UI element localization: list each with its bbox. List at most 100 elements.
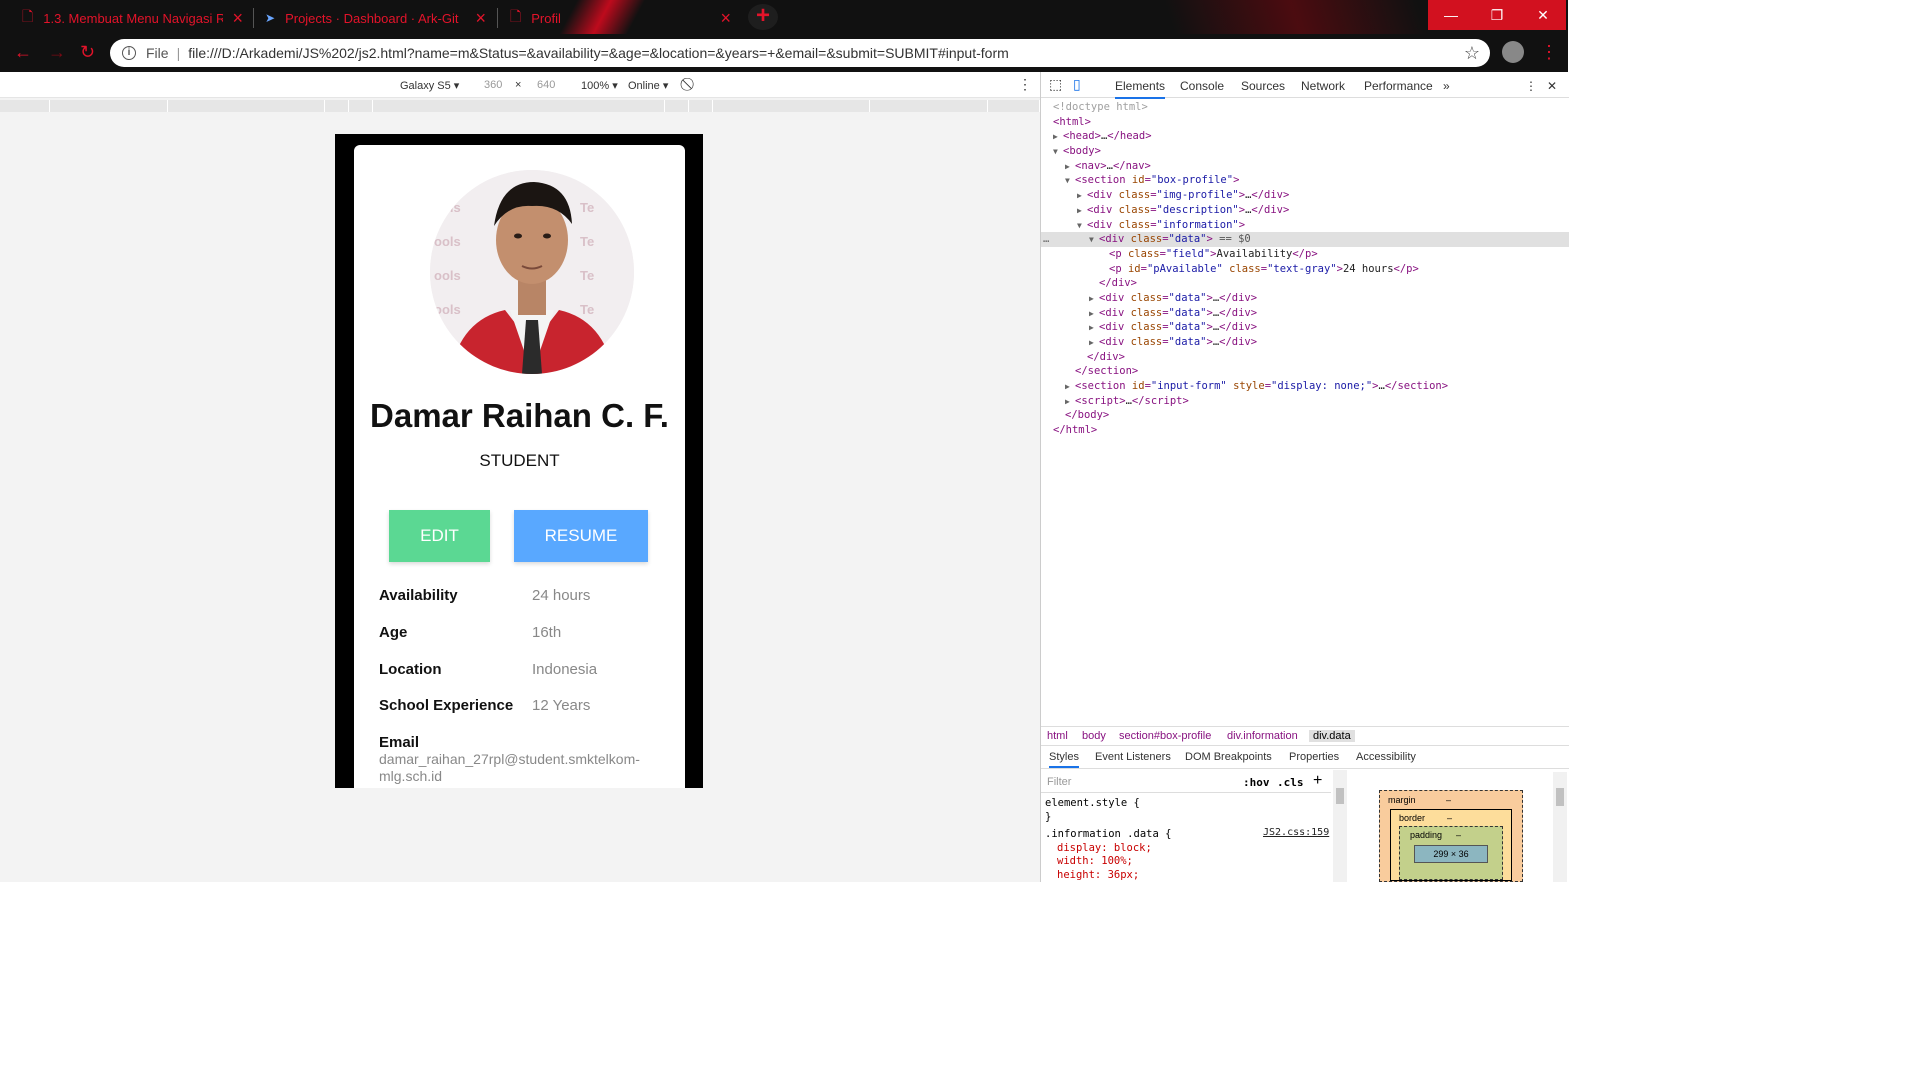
dom-line[interactable]: ▶ <div class="data">…</div>: [1041, 335, 1569, 350]
url-text[interactable]: file:///D:/Arkademi/JS%202/js2.html?name…: [188, 45, 1009, 61]
forward-icon[interactable]: →: [48, 42, 66, 63]
styles-scrollbar[interactable]: [1333, 770, 1347, 882]
dom-line[interactable]: ▶ <div class="img-profile">…</div>: [1041, 188, 1569, 203]
document-icon: 🗋: [510, 8, 522, 24]
info-value: 16th: [532, 624, 562, 641]
breadcrumb-item-selected[interactable]: div.data: [1309, 730, 1355, 742]
new-tab-button[interactable]: +: [748, 4, 778, 30]
tab-sources[interactable]: Sources: [1241, 79, 1285, 93]
tab-profil[interactable]: 🗋 Profil ×: [510, 4, 735, 32]
tab-arkgit[interactable]: ➤ Projects · Dashboard · Ark-Git ×: [265, 4, 490, 32]
tab-console[interactable]: Console: [1180, 79, 1224, 93]
minimize-button[interactable]: —: [1428, 0, 1474, 30]
info-value: Indonesia: [532, 661, 598, 678]
tab-network[interactable]: Network: [1301, 79, 1345, 93]
css-declaration[interactable]: width: 100%;: [1045, 855, 1171, 869]
devtools-tabs: ⬚ ▯ Elements Console Sources Network Per…: [1041, 72, 1569, 99]
more-tabs-icon[interactable]: »: [1443, 79, 1450, 93]
subtab-styles[interactable]: Styles: [1049, 751, 1079, 768]
media-query-bar[interactable]: [0, 98, 1040, 114]
network-select[interactable]: Online ▾: [628, 79, 668, 92]
dom-line[interactable]: <p class="field">Availability</p>: [1041, 247, 1569, 262]
profile-role: STUDENT: [479, 451, 560, 470]
browser-toolbar: ← → ↻ i File | file:///D:/Arkademi/JS%20…: [0, 34, 1568, 72]
rule-selector[interactable]: .information .data {: [1045, 828, 1171, 842]
dom-tree[interactable]: <!doctype html> <html> ▶ <head>…</head> ▼…: [1041, 100, 1569, 438]
dom-line[interactable]: ▶ <script>…</script>: [1041, 394, 1569, 409]
bookmark-star-icon[interactable]: ☆: [1464, 43, 1480, 64]
hov-toggle[interactable]: :hov: [1243, 776, 1270, 789]
styles-subtabs: Styles Event Listeners DOM Breakpoints P…: [1041, 747, 1569, 769]
dom-line[interactable]: <html>: [1041, 115, 1569, 130]
height-input[interactable]: 640: [537, 79, 555, 91]
dom-line[interactable]: ▶ <div class="data">…</div>: [1041, 306, 1569, 321]
dom-line[interactable]: ▶ <div class="data">…</div>: [1041, 291, 1569, 306]
svg-text:ools: ools: [434, 302, 461, 317]
tab-performance[interactable]: Performance: [1364, 79, 1433, 93]
subtab-accessibility[interactable]: Accessibility: [1356, 751, 1416, 763]
dom-line[interactable]: ▶ <div class="description">…</div>: [1041, 203, 1569, 218]
info-field: Availability: [379, 587, 458, 604]
menu-dots-icon[interactable]: ⋮: [1540, 42, 1558, 63]
close-window-button[interactable]: ✕: [1520, 0, 1566, 30]
subtab-dom-breakpoints[interactable]: DOM Breakpoints: [1185, 751, 1272, 763]
close-icon[interactable]: ×: [720, 8, 731, 29]
zoom-select[interactable]: 100% ▾: [581, 79, 618, 92]
profile-avatar-icon[interactable]: [1502, 41, 1524, 63]
dom-line[interactable]: ▶ <head>…</head>: [1041, 129, 1569, 144]
breadcrumb-item[interactable]: body: [1082, 730, 1106, 742]
address-bar[interactable]: i File | file:///D:/Arkademi/JS%202/js2.…: [110, 39, 1490, 67]
dom-line[interactable]: </div>: [1041, 276, 1569, 291]
dom-line[interactable]: </div>: [1041, 350, 1569, 365]
box-border-label: border: [1399, 813, 1426, 823]
tab-navigasi[interactable]: 🗋 1.3. Membuat Menu Navigasi Re ×: [22, 4, 247, 32]
box-model-scrollbar[interactable]: [1553, 772, 1567, 882]
box-margin-value: –: [1446, 795, 1452, 805]
breadcrumb-item[interactable]: html: [1047, 730, 1068, 742]
edit-button[interactable]: EDIT: [389, 510, 490, 562]
dom-line[interactable]: <p id="pAvailable" class="text-gray">24 …: [1041, 262, 1569, 277]
resume-button[interactable]: RESUME: [514, 510, 648, 562]
reload-icon[interactable]: ↻: [80, 42, 95, 63]
css-declaration[interactable]: display: block;: [1045, 842, 1171, 856]
file-label: File: [146, 45, 169, 61]
width-input[interactable]: 360: [484, 79, 502, 91]
dom-line-selected[interactable]: … ▼ <div class="data"> == $0: [1041, 232, 1569, 247]
subtab-event-listeners[interactable]: Event Listeners: [1095, 751, 1171, 763]
dom-line[interactable]: <!doctype html>: [1041, 100, 1569, 115]
add-rule-icon[interactable]: +: [1313, 772, 1322, 790]
dom-line[interactable]: ▼ <div class="information">: [1041, 218, 1569, 233]
more-options-icon[interactable]: ⋮: [1018, 76, 1032, 93]
element-style-selector[interactable]: element.style {: [1045, 797, 1171, 811]
subtab-properties[interactable]: Properties: [1289, 751, 1339, 763]
dom-line[interactable]: ▶ <section id="input-form" style="display…: [1041, 379, 1569, 394]
dom-line[interactable]: </section>: [1041, 364, 1569, 379]
devtools-menu-icon[interactable]: ⋮: [1525, 79, 1537, 93]
dom-line[interactable]: ▼ <body>: [1041, 144, 1569, 159]
restore-button[interactable]: ❐: [1474, 0, 1520, 30]
dom-line[interactable]: ▶ <nav>…</nav>: [1041, 159, 1569, 174]
back-icon[interactable]: ←: [14, 42, 32, 63]
css-declaration[interactable]: height: 36px;: [1045, 869, 1171, 883]
rule-source-link[interactable]: JS2.css:159: [1263, 827, 1329, 838]
dom-line[interactable]: ▶ <div class="data">…</div>: [1041, 320, 1569, 335]
dom-line[interactable]: </body>: [1041, 408, 1569, 423]
tab-elements[interactable]: Elements: [1115, 79, 1166, 99]
close-icon[interactable]: ×: [475, 8, 486, 29]
styles-filter-input[interactable]: Filter: [1047, 776, 1071, 788]
divider: [1041, 792, 1331, 793]
dom-line[interactable]: ▼ <section id="box-profile">: [1041, 173, 1569, 188]
close-icon[interactable]: ×: [232, 8, 243, 29]
devtools-close-icon[interactable]: ✕: [1547, 79, 1557, 93]
cls-toggle[interactable]: .cls: [1277, 776, 1304, 789]
breadcrumb-item[interactable]: section#box-profile: [1119, 730, 1211, 742]
info-icon[interactable]: i: [122, 46, 136, 60]
svg-text:Te: Te: [580, 302, 594, 317]
dom-line[interactable]: </html>: [1041, 423, 1569, 438]
inspect-icon[interactable]: ⬚: [1049, 76, 1062, 93]
device-toggle-icon[interactable]: ▯: [1073, 76, 1081, 93]
device-select[interactable]: Galaxy S5 ▾: [400, 79, 459, 92]
device-toolbar: Galaxy S5 ▾ 360 × 640 100% ▾ Online ▾ ⃠ …: [0, 72, 1040, 98]
breadcrumb-item[interactable]: div.information: [1227, 730, 1298, 742]
network-value: Online: [628, 80, 660, 92]
